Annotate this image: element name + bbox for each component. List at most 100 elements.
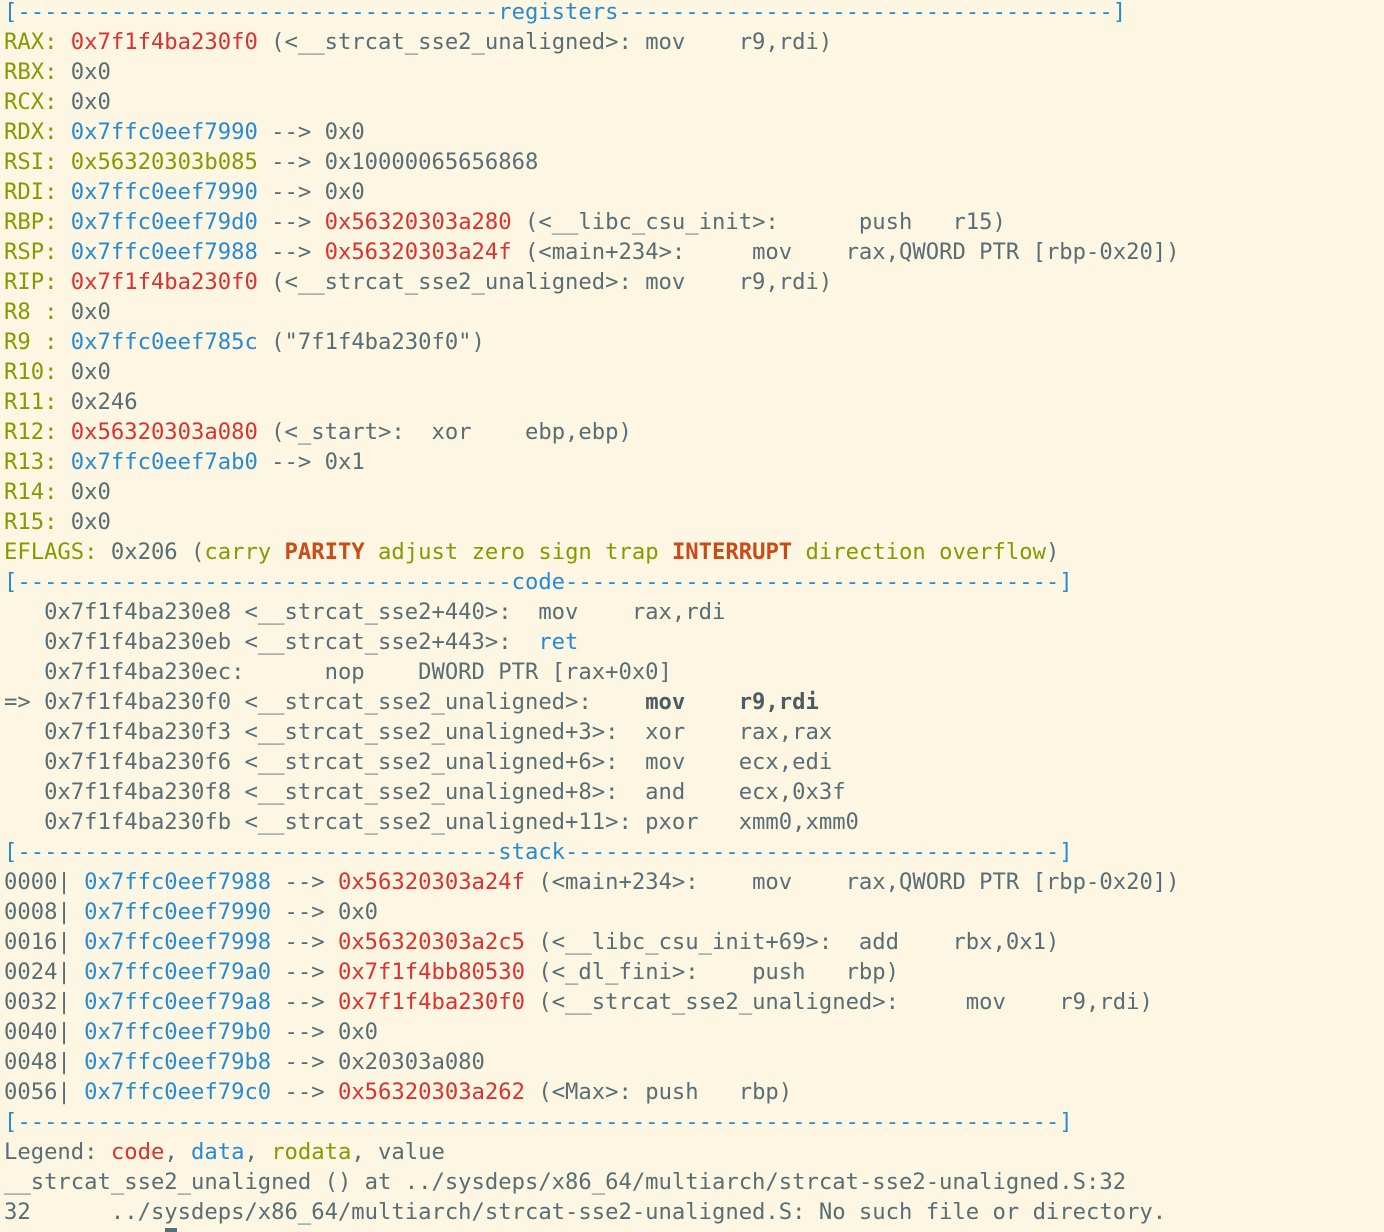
terminal-line: 0016| 0x7ffc0eef7998 --> 0x56320303a2c5 … — [4, 927, 1384, 957]
terminal-line: RCX: 0x0 — [4, 87, 1384, 117]
terminal-text-segment: (<main+234>: mov rax,QWORD PTR [rbp-0x20… — [524, 869, 1180, 895]
terminal-line: __strcat_sse2_unaligned () at ../sysdeps… — [4, 1167, 1384, 1197]
terminal-text-segment: 0x7f1f4ba230f8 <__strcat_sse2_unaligned+… — [4, 779, 846, 805]
terminal-text-segment: 0x0 — [57, 59, 111, 85]
terminal-text-segment: RDI: — [4, 179, 58, 205]
terminal-line: 0x7f1f4ba230f8 <__strcat_sse2_unaligned+… — [4, 777, 1384, 807]
terminal-line: 0008| 0x7ffc0eef7990 --> 0x0 — [4, 897, 1384, 927]
terminal-line: R15: 0x0 — [4, 507, 1384, 537]
terminal-text-segment: , — [164, 1139, 192, 1165]
terminal-line: [---------------------------------------… — [4, 1107, 1384, 1137]
terminal-text-segment: RBX: — [4, 59, 58, 85]
terminal-text-segment: 0x56320303a2c5 — [337, 929, 525, 955]
terminal-line: 0x7f1f4ba230fb <__strcat_sse2_unaligned+… — [4, 807, 1384, 837]
terminal-text-segment: (<_start>: xor ebp,ebp) — [257, 419, 632, 445]
terminal-text-segment: ret — [538, 629, 579, 655]
terminal-text-segment: direction overflow — [792, 539, 1046, 565]
terminal-text-segment: 0x7ffc0eef79b8 — [84, 1049, 272, 1075]
terminal-text-segment: 0x0 — [57, 299, 111, 325]
terminal-text-segment: --> 0x1 — [257, 449, 365, 475]
terminal-text-segment: 0x7ffc0eef79c0 — [84, 1079, 272, 1105]
terminal-line: 0x7f1f4ba230eb <__strcat_sse2+443>: ret — [4, 627, 1384, 657]
terminal-output[interactable]: [------------------------------------reg… — [4, 0, 1384, 1227]
terminal-text-segment: 0x7f1f4ba230fb <__strcat_sse2_unaligned+… — [4, 809, 859, 835]
terminal-line: RBP: 0x7ffc0eef79d0 --> 0x56320303a280 (… — [4, 207, 1384, 237]
terminal-text-segment: 0x7f1f4ba230f0 — [70, 29, 258, 55]
terminal-text-segment: --> — [271, 959, 338, 985]
terminal-text-segment: 32 ../sysdeps/x86_64/multiarch/strcat-ss… — [4, 1199, 1167, 1225]
terminal-text-segment: 0x0 — [57, 89, 111, 115]
terminal-line: 0048| 0x7ffc0eef79b8 --> 0x20303a080 — [4, 1047, 1384, 1077]
terminal-text-segment: R9 : — [4, 329, 58, 355]
terminal-text-segment: -------------------------------------] — [618, 0, 1127, 25]
terminal-line: R14: 0x0 — [4, 477, 1384, 507]
terminal-text-segment: [---------------------------------------… — [4, 1109, 1073, 1135]
terminal-text-segment: --> — [257, 239, 325, 265]
terminal-text-segment: 0x7ffc0eef7998 — [84, 929, 272, 955]
terminal-text-segment: 0040| — [4, 1019, 85, 1045]
terminal-line: RIP: 0x7f1f4ba230f0 (<__strcat_sse2_unal… — [4, 267, 1384, 297]
terminal-text-segment: (<__libc_csu_init+69>: add rbx,0x1) — [524, 929, 1060, 955]
terminal-text-segment: 0x56320303a280 — [324, 209, 512, 235]
terminal-text-segment: --> — [271, 869, 338, 895]
terminal-line: 0032| 0x7ffc0eef79a8 --> 0x7f1f4ba230f0 … — [4, 987, 1384, 1017]
terminal-text-segment: RIP: — [4, 269, 58, 295]
terminal-text-segment: 0x7ffc0eef7988 — [84, 869, 272, 895]
terminal-text-segment: 0x7ffc0eef7988 — [70, 239, 258, 265]
terminal-line: => 0x7f1f4ba230f0 <__strcat_sse2_unalign… — [4, 687, 1384, 717]
terminal-line: RSP: 0x7ffc0eef7988 --> 0x56320303a24f (… — [4, 237, 1384, 267]
terminal-line: R11: 0x246 — [4, 387, 1384, 417]
terminal-text-segment: 0016| — [4, 929, 85, 955]
terminal-text-segment: 0056| — [4, 1079, 85, 1105]
terminal-text-segment: 0x7f1f4ba230f0 — [70, 269, 258, 295]
terminal-text-segment: RSI: — [4, 149, 58, 175]
terminal-text-segment: 0x7f1f4ba230f3 <__strcat_sse2_unaligned+… — [4, 719, 833, 745]
terminal-text-segment: RAX: — [4, 29, 58, 55]
terminal-text-segment: RBP: — [4, 209, 58, 235]
terminal-text-segment: (<_dl_fini>: push rbp) — [524, 959, 900, 985]
terminal-text-segment: ("7f1f4ba230f0") — [257, 329, 485, 355]
terminal-line: 0x7f1f4ba230e8 <__strcat_sse2+440>: mov … — [4, 597, 1384, 627]
terminal-text-segment: , — [244, 1139, 272, 1165]
terminal-text-segment: 0x246 — [57, 389, 138, 415]
terminal-text-segment: 0x7f1f4ba230f6 <__strcat_sse2_unaligned+… — [4, 749, 833, 775]
terminal-text-segment: __strcat_sse2_unaligned () at ../sysdeps… — [4, 1169, 1127, 1195]
terminal-text-segment: 0000| — [4, 869, 85, 895]
terminal-line: RDX: 0x7ffc0eef7990 --> 0x0 — [4, 117, 1384, 147]
terminal-text-segment: stack — [498, 839, 566, 865]
terminal-text-segment: code — [110, 1139, 165, 1165]
terminal-line: 0024| 0x7ffc0eef79a0 --> 0x7f1f4bb80530 … — [4, 957, 1384, 987]
terminal-text-segment: 0x7ffc0eef785c — [70, 329, 258, 355]
terminal-text-segment: --> 0x0 — [271, 899, 379, 925]
terminal-line: RDI: 0x7ffc0eef7990 --> 0x0 — [4, 177, 1384, 207]
terminal-text-segment: 0x7ffc0eef79a8 — [84, 989, 272, 1015]
terminal-text-segment: 0x7f1f4ba230f0 — [337, 989, 525, 1015]
terminal-text-segment: --> 0x20303a080 — [271, 1049, 485, 1075]
terminal-text-segment: 0x7f1f4ba230eb <__strcat_sse2+443>: — [4, 629, 539, 655]
terminal-text-segment: => 0x7f1f4ba230f0 <__strcat_sse2_unalign… — [4, 689, 646, 715]
terminal-text-segment: R10: — [4, 359, 58, 385]
terminal-text-segment: adjust zero sign trap — [364, 539, 672, 565]
terminal-text-segment: 0048| — [4, 1049, 85, 1075]
terminal-text-segment: 0x0 — [57, 479, 111, 505]
terminal-line: 0000| 0x7ffc0eef7988 --> 0x56320303a24f … — [4, 867, 1384, 897]
terminal-line: R8 : 0x0 — [4, 297, 1384, 327]
terminal-line: [------------------------------------reg… — [4, 0, 1384, 27]
terminal-text-segment: --> — [257, 209, 325, 235]
terminal-text-segment: INTERRUPT — [671, 539, 793, 565]
terminal-text-segment: (<__strcat_sse2_unaligned>: mov r9,rdi) — [524, 989, 1153, 1015]
terminal-text-segment: 0x56320303a24f — [324, 239, 512, 265]
terminal-line: RBX: 0x0 — [4, 57, 1384, 87]
terminal-text-segment: R14: — [4, 479, 58, 505]
terminal-text-segment: rodata — [271, 1139, 352, 1165]
terminal-text-segment: 0x0 — [57, 359, 111, 385]
terminal-text-segment: RCX: — [4, 89, 58, 115]
terminal-text-segment: [------------------------------------ — [4, 839, 499, 865]
terminal-line: R12: 0x56320303a080 (<_start>: xor ebp,e… — [4, 417, 1384, 447]
terminal-text-segment: (<Max>: push rbp) — [524, 1079, 793, 1105]
terminal-text-segment: --> — [271, 1079, 338, 1105]
